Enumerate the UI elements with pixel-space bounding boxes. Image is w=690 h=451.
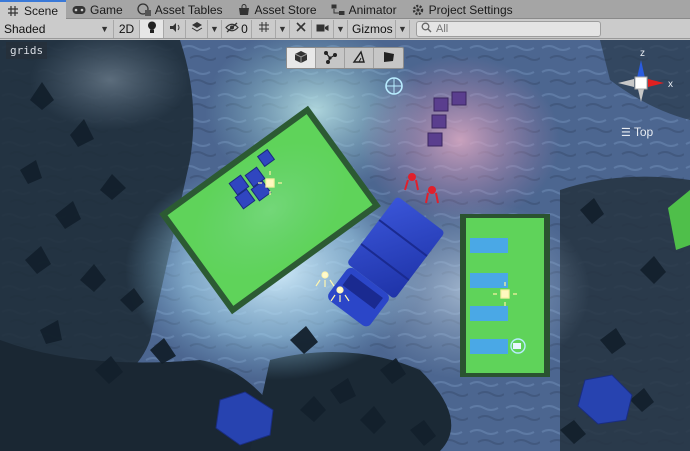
grid-icon [6, 5, 20, 17]
audio-toggle-button[interactable] [164, 19, 186, 38]
lighting-toggle-button[interactable] [140, 19, 164, 38]
orientation-gizmo[interactable]: z x [610, 42, 680, 130]
node-tool-button[interactable] [316, 48, 345, 68]
scene-render [0, 40, 690, 451]
tools-icon [295, 21, 307, 36]
axis-z-arrow[interactable] [637, 60, 645, 78]
scene-search-field[interactable] [416, 20, 601, 37]
animator-icon [331, 4, 345, 16]
axis-x-arrow[interactable] [648, 79, 664, 87]
flag-tool-button[interactable] [374, 48, 403, 68]
center-cube[interactable] [634, 76, 648, 90]
tab-label: Animator [348, 2, 397, 17]
axis-neg-x-arrow[interactable] [618, 79, 634, 87]
asset-tables-icon [137, 3, 151, 16]
2d-label: 2D [118, 21, 135, 36]
tab-label: Asset Tables [154, 2, 223, 17]
polygon-tool-icon [352, 49, 366, 67]
chevron-down-icon: ▼ [210, 23, 219, 34]
lightbulb-icon [147, 21, 157, 37]
gizmos-dropdown[interactable]: ▼ [396, 19, 410, 38]
store-icon [237, 3, 251, 16]
flag-tool-icon [382, 50, 396, 67]
hidden-count: 0 [241, 21, 248, 36]
tools-toggle-button[interactable] [290, 19, 312, 38]
axis-x-label: x [668, 79, 673, 90]
cube-tool-button[interactable] [287, 48, 316, 68]
grid-toggle-button[interactable] [252, 19, 276, 38]
tab-animator[interactable]: Animator [325, 0, 405, 19]
layers-icon [191, 21, 203, 36]
tab-asset-tables[interactable]: Asset Tables [131, 0, 231, 19]
2d-toggle-button[interactable]: 2D [114, 19, 140, 38]
gamepad-icon [72, 4, 86, 16]
menu-icon: ☰ [621, 126, 631, 139]
tab-project-settings[interactable]: Project Settings [405, 0, 521, 19]
grid-dropdown[interactable]: ▼ [276, 19, 290, 38]
scene-visibility-button[interactable]: 0 [222, 19, 252, 38]
tab-scene[interactable]: Scene [0, 0, 67, 19]
tab-label: Scene [24, 3, 59, 18]
window-tab-bar: Scene Game Asset Tables Asset Store Anim… [0, 0, 690, 19]
scene-viewport[interactable]: grids z x ☰ Top [0, 40, 690, 451]
chevron-down-icon: ▼ [398, 23, 407, 34]
grid-toggle-icon [258, 21, 270, 36]
effects-toggle-button[interactable] [186, 19, 208, 38]
scene-toolbar: Shaded ▼ 2D ▼ 0 ▼ ▼ Gizmos ▼ All [0, 19, 690, 39]
polygon-tool-button[interactable] [345, 48, 374, 68]
view-orientation-label[interactable]: ☰ Top [621, 125, 653, 139]
tab-game[interactable]: Game [66, 0, 131, 19]
camera-dropdown[interactable]: ▼ [334, 19, 348, 38]
chevron-down-icon: ▼ [278, 23, 287, 34]
chevron-down-icon: ▼ [336, 23, 345, 34]
orientation-text: Top [633, 125, 654, 139]
effects-dropdown[interactable]: ▼ [208, 19, 222, 38]
draw-mode-dropdown[interactable]: Shaded ▼ [0, 19, 114, 38]
tab-label: Asset Store [254, 2, 317, 17]
camera-icon [316, 22, 329, 36]
axis-z-label: z [640, 48, 645, 59]
chevron-down-icon: ▼ [100, 23, 109, 34]
tool-palette [286, 47, 404, 69]
gear-icon [411, 4, 425, 16]
draw-mode-value: Shaded [4, 21, 46, 36]
node-tool-icon [323, 50, 337, 67]
cube-tool-icon [294, 50, 308, 67]
search-icon [421, 22, 432, 36]
tab-label: Project Settings [428, 2, 513, 17]
camera-button[interactable] [312, 19, 334, 38]
gizmos-label: Gizmos [352, 21, 393, 36]
scene-overlay-label: grids [6, 42, 48, 59]
tab-label: Game [90, 2, 123, 17]
tab-asset-store[interactable]: Asset Store [231, 0, 325, 19]
search-input[interactable] [436, 22, 586, 35]
eye-hidden-icon [225, 22, 239, 36]
speaker-icon [169, 22, 181, 36]
gizmos-button[interactable]: Gizmos [348, 19, 396, 38]
